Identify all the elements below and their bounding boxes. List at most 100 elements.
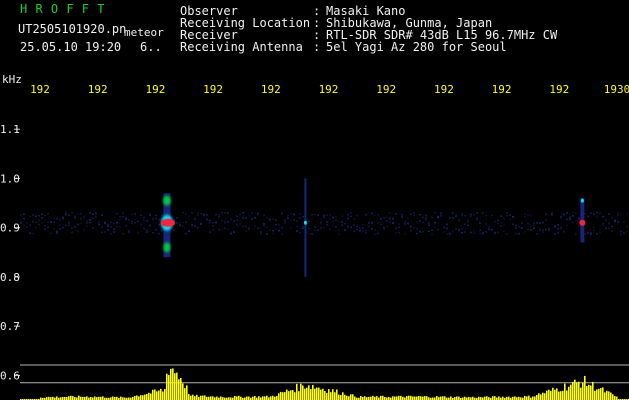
amplitude-bar: [336, 389, 338, 400]
amplitude-bar: [170, 368, 172, 400]
noise-speck: [500, 215, 502, 217]
noise-speck: [83, 216, 85, 219]
amplitude-bar: [70, 395, 72, 400]
noise-speck: [161, 214, 163, 216]
noise-speck: [563, 213, 565, 215]
amplitude-bar: [418, 396, 420, 400]
noise-speck: [518, 232, 520, 235]
amplitude-bar: [492, 396, 494, 400]
noise-speck: [176, 217, 178, 219]
noise-speck: [308, 233, 310, 235]
noise-speck: [98, 221, 100, 223]
noise-speck: [119, 216, 121, 218]
amplitude-bar: [568, 386, 570, 400]
noise-speck: [287, 215, 289, 217]
noise-speck: [224, 227, 226, 230]
amplitude-bar: [560, 391, 562, 400]
amplitude-bar: [456, 396, 458, 400]
noise-speck: [440, 212, 442, 214]
noise-speck: [617, 212, 619, 214]
noise-speck: [218, 214, 220, 216]
noise-speck: [407, 217, 409, 219]
noise-speck: [452, 230, 454, 232]
noise-speck: [392, 222, 394, 224]
noise-speck: [248, 214, 250, 217]
noise-speck: [59, 228, 61, 230]
noise-speck: [590, 231, 592, 234]
noise-speck: [347, 213, 349, 216]
noise-speck: [569, 216, 571, 218]
noise-speck: [416, 221, 418, 223]
noise-speck: [116, 212, 118, 215]
noise-speck: [89, 221, 91, 224]
noise-speck: [302, 225, 304, 228]
noise-speck: [296, 225, 298, 228]
noise-speck: [527, 228, 529, 231]
x-tick-label: 192: [88, 83, 108, 96]
noise-speck: [149, 224, 151, 227]
noise-speck: [110, 226, 112, 228]
noise-speck: [497, 231, 499, 233]
noise-speck: [197, 212, 199, 214]
noise-speck: [434, 226, 436, 228]
noise-speck: [593, 229, 595, 232]
amplitude-bar: [190, 395, 192, 400]
amplitude-bar: [338, 394, 340, 400]
amplitude-bar: [408, 395, 410, 400]
noise-speck: [551, 212, 553, 215]
noise-speck: [401, 216, 403, 218]
noise-speck: [437, 216, 439, 219]
noise-speck: [29, 232, 31, 234]
noise-speck: [476, 217, 478, 220]
noise-speck: [389, 212, 391, 214]
amplitude-bar: [166, 373, 168, 400]
amplitude-bar: [334, 392, 336, 400]
noise-speck: [359, 227, 361, 229]
noise-speck: [533, 227, 535, 229]
noise-speck: [89, 219, 91, 221]
amplitude-bar: [246, 396, 248, 400]
noise-speck: [320, 222, 322, 224]
noise-speck: [431, 233, 433, 235]
noise-speck: [311, 213, 313, 216]
amplitude-bar: [508, 396, 510, 400]
noise-speck: [32, 221, 34, 223]
noise-speck: [245, 225, 247, 228]
noise-speck: [182, 211, 184, 214]
amplitude-bar: [162, 391, 164, 400]
amplitude-bar: [220, 396, 222, 400]
noise-speck: [56, 217, 58, 220]
noise-speck: [86, 222, 88, 224]
noise-speck: [275, 224, 277, 226]
amplitude-bar: [168, 375, 170, 400]
noise-speck: [623, 232, 625, 234]
noise-speck: [74, 215, 76, 217]
amplitude-bar: [536, 395, 538, 400]
noise-speck: [554, 233, 556, 235]
noise-speck: [524, 215, 526, 218]
amplitude-bar: [354, 396, 356, 400]
noise-speck: [542, 231, 544, 233]
noise-speck: [233, 220, 235, 222]
noise-speck: [488, 225, 490, 228]
noise-speck: [242, 225, 244, 227]
noise-speck: [599, 228, 601, 231]
noise-speck: [281, 226, 283, 229]
noise-speck: [395, 231, 397, 234]
noise-speck: [92, 227, 94, 229]
noise-speck: [602, 224, 604, 226]
noise-speck: [545, 219, 547, 221]
noise-speck: [404, 223, 406, 225]
noise-speck: [560, 217, 562, 219]
noise-speck: [329, 228, 331, 231]
amplitude-bar: [252, 396, 254, 400]
noise-speck: [590, 233, 592, 235]
noise-speck: [284, 219, 286, 222]
noise-speck: [122, 212, 124, 214]
amplitude-bar: [164, 389, 166, 400]
noise-speck: [32, 214, 34, 216]
x-tick-label: 192: [376, 83, 396, 96]
amplitude-bar: [298, 391, 300, 400]
noise-speck: [338, 221, 340, 223]
noise-speck: [29, 215, 31, 218]
